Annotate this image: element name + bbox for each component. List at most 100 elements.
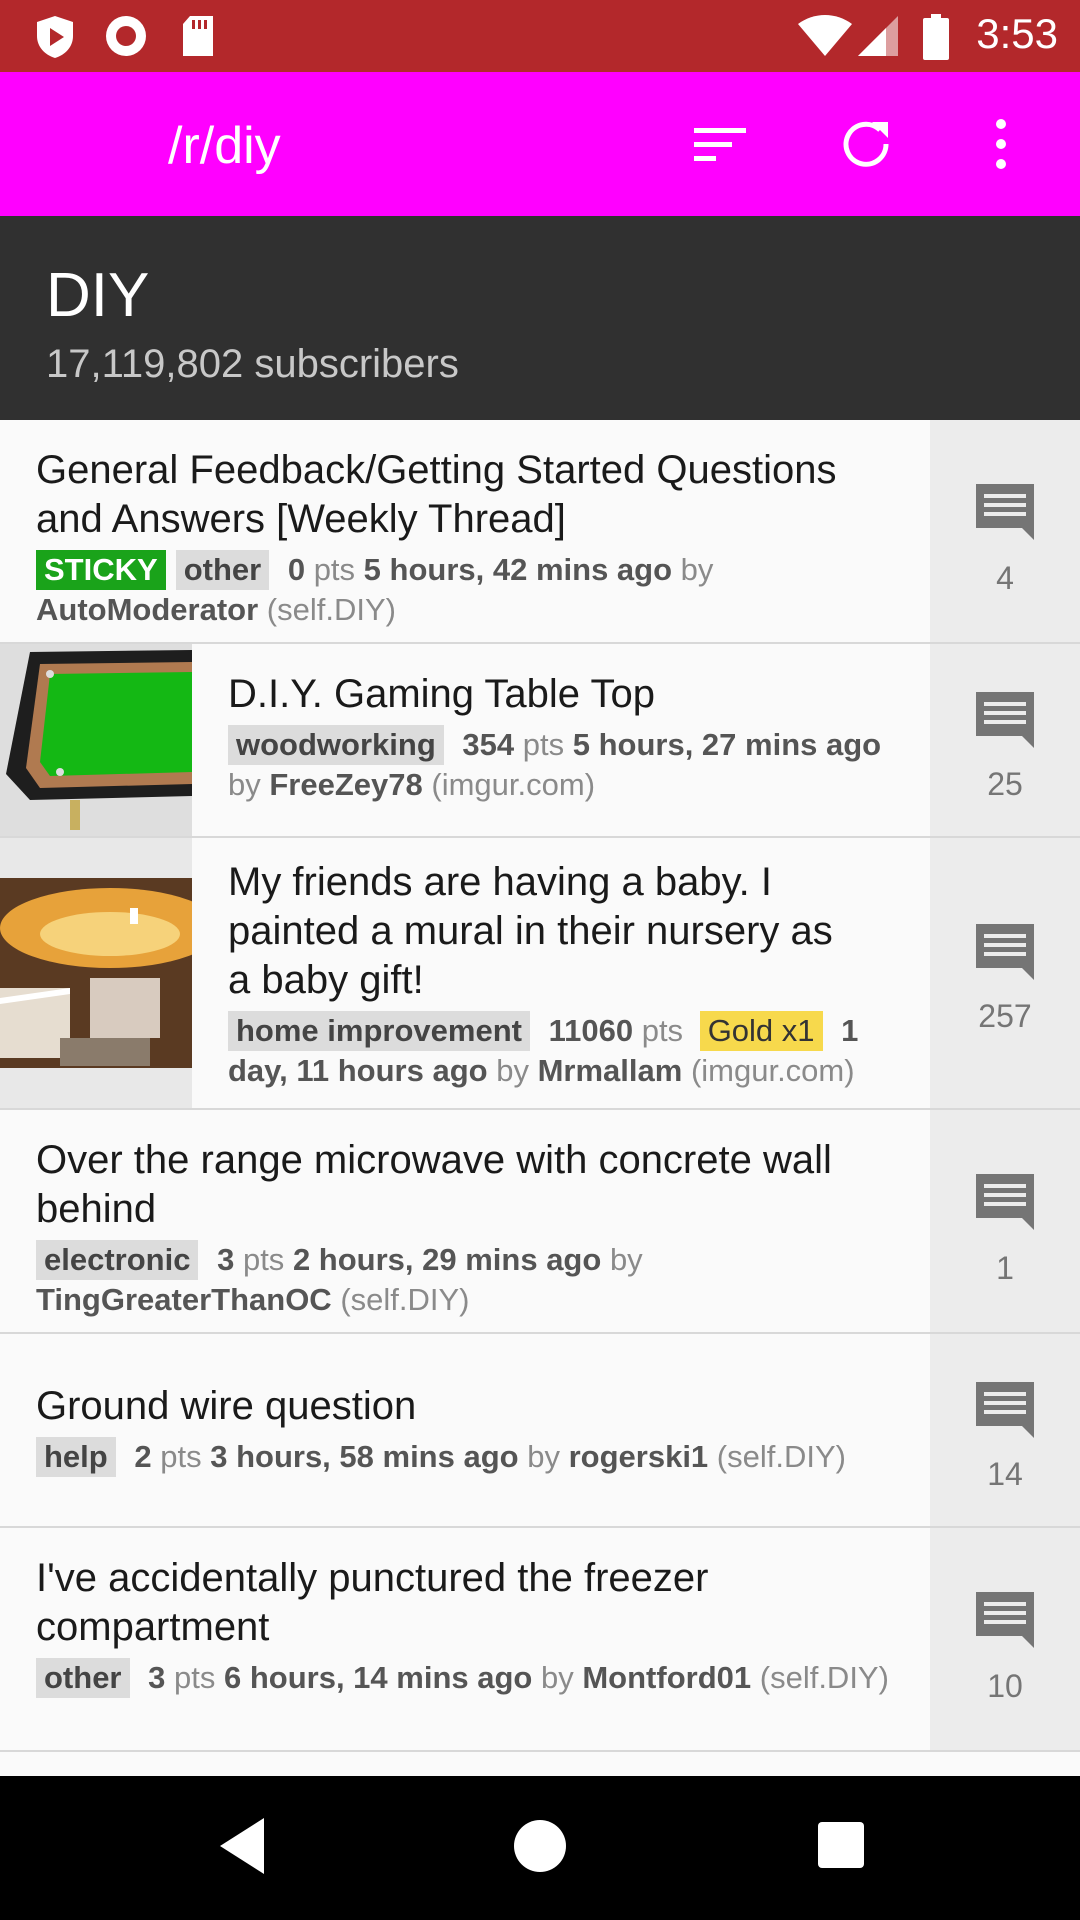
gold-award-badge: Gold x1 bbox=[699, 1011, 823, 1051]
comment-icon bbox=[976, 692, 1034, 748]
post-time: 6 hours, 14 mins ago bbox=[223, 1660, 533, 1695]
post-item[interactable]: D.I.Y. Gaming Table Top woodworking 354 … bbox=[0, 644, 1080, 838]
comments-button[interactable]: 257 bbox=[930, 838, 1080, 1108]
clock: 3:53 bbox=[976, 10, 1058, 57]
nursery-mural-image bbox=[0, 838, 192, 1108]
by-label: by bbox=[540, 1660, 574, 1695]
post-body: General Feedback/Getting Started Questio… bbox=[36, 446, 912, 630]
post-meta: woodworking 354 pts 5 hours, 27 mins ago… bbox=[228, 725, 912, 805]
post-feed[interactable]: General Feedback/Getting Started Questio… bbox=[0, 420, 1080, 1776]
post-flair: other bbox=[175, 550, 270, 590]
sticky-flair: STICKY bbox=[36, 550, 166, 590]
comment-count: 10 bbox=[987, 1668, 1023, 1704]
post-meta: help 2 pts 3 hours, 58 mins ago by roger… bbox=[36, 1437, 912, 1477]
post-title[interactable]: Ground wire question bbox=[36, 1382, 912, 1431]
by-label: by bbox=[527, 1439, 560, 1474]
app-bar-title: /r/diy bbox=[168, 117, 281, 175]
pts-label: pts bbox=[174, 1660, 216, 1695]
shield-play-icon bbox=[37, 16, 73, 58]
post-item[interactable]: I've accidentally punctured the freezer … bbox=[0, 1528, 1080, 1752]
post-meta: other 3 pts 6 hours, 14 mins ago by Mont… bbox=[36, 1658, 912, 1698]
comment-count: 4 bbox=[996, 560, 1014, 596]
post-meta: STICKY other 0 pts 5 hours, 42 mins ago b… bbox=[36, 550, 912, 630]
post-time: 5 hours, 27 mins ago bbox=[572, 727, 882, 762]
post-body: Over the range microwave with concrete w… bbox=[36, 1136, 912, 1320]
subscriber-count: 17,119,802 subscribers bbox=[46, 342, 459, 386]
comment-icon bbox=[976, 1592, 1034, 1648]
refresh-icon[interactable] bbox=[836, 114, 896, 174]
post-points: 3 bbox=[148, 1660, 166, 1695]
by-label: by bbox=[680, 552, 714, 587]
home-icon[interactable] bbox=[510, 1814, 570, 1874]
post-flair: other bbox=[36, 1658, 130, 1698]
pts-label: pts bbox=[641, 1013, 684, 1048]
pts-label: pts bbox=[313, 552, 356, 587]
post-time: 2 hours, 29 mins ago bbox=[292, 1242, 602, 1277]
post-title[interactable]: My friends are having a baby. I painted … bbox=[228, 858, 848, 1005]
post-flair: woodworking bbox=[228, 725, 444, 765]
record-icon bbox=[106, 16, 146, 56]
pts-label: pts bbox=[160, 1439, 202, 1474]
post-domain: (self.DIY) bbox=[340, 1282, 470, 1317]
post-title[interactable]: D.I.Y. Gaming Table Top bbox=[228, 670, 912, 719]
battery-icon bbox=[923, 14, 949, 60]
sort-icon[interactable] bbox=[690, 114, 750, 174]
overflow-menu-icon[interactable] bbox=[986, 114, 1016, 174]
post-points: 2 bbox=[134, 1439, 152, 1474]
post-body: Ground wire question help 2 pts 3 hours,… bbox=[36, 1382, 912, 1477]
post-body: I've accidentally punctured the freezer … bbox=[36, 1554, 912, 1698]
comments-button[interactable]: 14 bbox=[930, 1334, 1080, 1526]
post-title[interactable]: I've accidentally punctured the freezer … bbox=[36, 1554, 816, 1652]
post-author[interactable]: rogerski1 bbox=[569, 1439, 709, 1474]
by-label: by bbox=[609, 1242, 643, 1277]
post-item[interactable]: Over the range microwave with concrete w… bbox=[0, 1110, 1080, 1334]
post-points: 354 bbox=[462, 727, 515, 762]
subreddit-header: DIY 17,119,802 subscribers bbox=[0, 216, 1080, 420]
comment-icon bbox=[976, 1174, 1034, 1230]
subreddit-name: DIY bbox=[46, 261, 150, 330]
sd-card-icon bbox=[183, 16, 213, 56]
post-author[interactable]: AutoModerator bbox=[36, 592, 258, 627]
wifi-icon bbox=[798, 15, 852, 56]
comments-button[interactable]: 10 bbox=[930, 1528, 1080, 1750]
post-domain: (imgur.com) bbox=[690, 1053, 855, 1088]
post-body: D.I.Y. Gaming Table Top woodworking 354 … bbox=[228, 670, 912, 805]
post-points: 11060 bbox=[548, 1013, 634, 1048]
post-flair: help bbox=[36, 1437, 116, 1477]
post-author[interactable]: FreeZey78 bbox=[269, 767, 422, 802]
comment-icon bbox=[976, 1382, 1034, 1438]
post-domain: (self.DIY) bbox=[716, 1439, 846, 1474]
nursery-mural-thumbnail[interactable] bbox=[0, 838, 192, 1108]
post-author[interactable]: TingGreaterThanOC bbox=[36, 1282, 332, 1317]
post-domain: (self.DIY) bbox=[266, 592, 396, 627]
status-bar: 3:53 bbox=[0, 0, 1080, 72]
gaming-table-image bbox=[0, 644, 192, 836]
back-icon[interactable] bbox=[214, 1814, 270, 1878]
navigation-bar bbox=[0, 1776, 1080, 1920]
post-item[interactable]: Ground wire question help 2 pts 3 hours,… bbox=[0, 1334, 1080, 1528]
comments-button[interactable]: 4 bbox=[930, 420, 1080, 642]
post-flair: electronic bbox=[36, 1240, 199, 1280]
post-title[interactable]: General Feedback/Getting Started Questio… bbox=[36, 446, 912, 544]
gaming-table-thumbnail[interactable] bbox=[0, 644, 192, 836]
comment-icon bbox=[976, 484, 1034, 540]
recents-icon[interactable] bbox=[816, 1814, 866, 1874]
post-time: 5 hours, 42 mins ago bbox=[363, 552, 673, 587]
post-title[interactable]: Over the range microwave with concrete w… bbox=[36, 1136, 856, 1234]
post-points: 3 bbox=[217, 1242, 235, 1277]
app-bar: /r/diy bbox=[0, 72, 1080, 216]
comment-icon bbox=[976, 924, 1034, 980]
post-time: 3 hours, 58 mins ago bbox=[210, 1439, 519, 1474]
post-meta: home improvement 11060 pts Gold x1 1 day… bbox=[228, 1011, 912, 1091]
post-item[interactable]: My friends are having a baby. I painted … bbox=[0, 838, 1080, 1110]
pts-label: pts bbox=[242, 1242, 285, 1277]
comment-count: 257 bbox=[978, 998, 1032, 1034]
post-item[interactable]: General Feedback/Getting Started Questio… bbox=[0, 420, 1080, 644]
post-body: My friends are having a baby. I painted … bbox=[228, 858, 912, 1091]
post-author[interactable]: Montford01 bbox=[582, 1660, 751, 1695]
comments-button[interactable]: 1 bbox=[930, 1110, 1080, 1332]
post-author[interactable]: Mrmallam bbox=[538, 1053, 683, 1088]
comments-button[interactable]: 25 bbox=[930, 644, 1080, 836]
post-domain: (self.DIY) bbox=[759, 1660, 889, 1695]
by-label: by bbox=[228, 767, 261, 802]
